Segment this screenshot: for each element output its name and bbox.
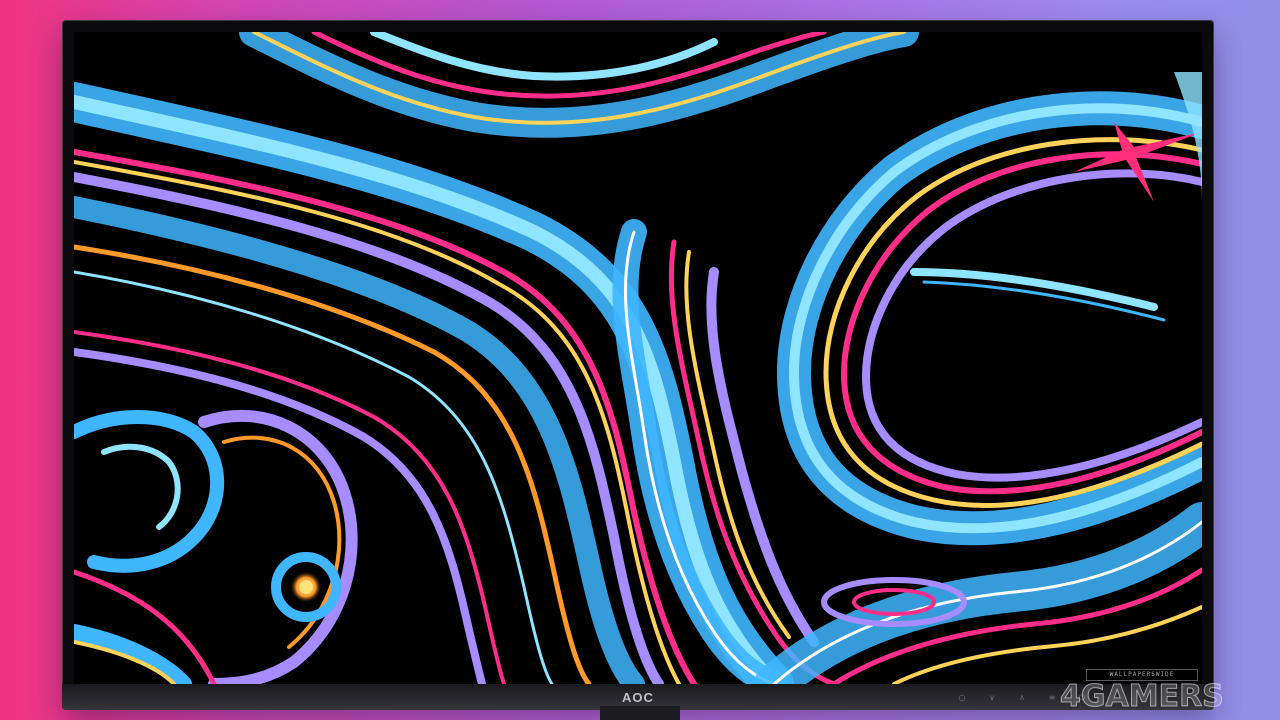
aoc-logo: AOC [622,690,654,705]
up-button-icon[interactable]: ∧ [1017,694,1027,702]
fluid-wallpaper [74,32,1202,684]
monitor-stand [600,706,680,720]
circle-button-icon[interactable]: ○ [957,694,967,702]
aoc-monitor: WALLPAPERSWIDE AOC ○ ∨ ∧ ≡ ⏻ [62,20,1214,710]
menu-button-icon[interactable]: ≡ [1047,694,1057,702]
site-watermark: 4GAMERS [1060,679,1225,714]
monitor-screen: WALLPAPERSWIDE [74,32,1202,684]
down-button-icon[interactable]: ∨ [987,694,997,702]
